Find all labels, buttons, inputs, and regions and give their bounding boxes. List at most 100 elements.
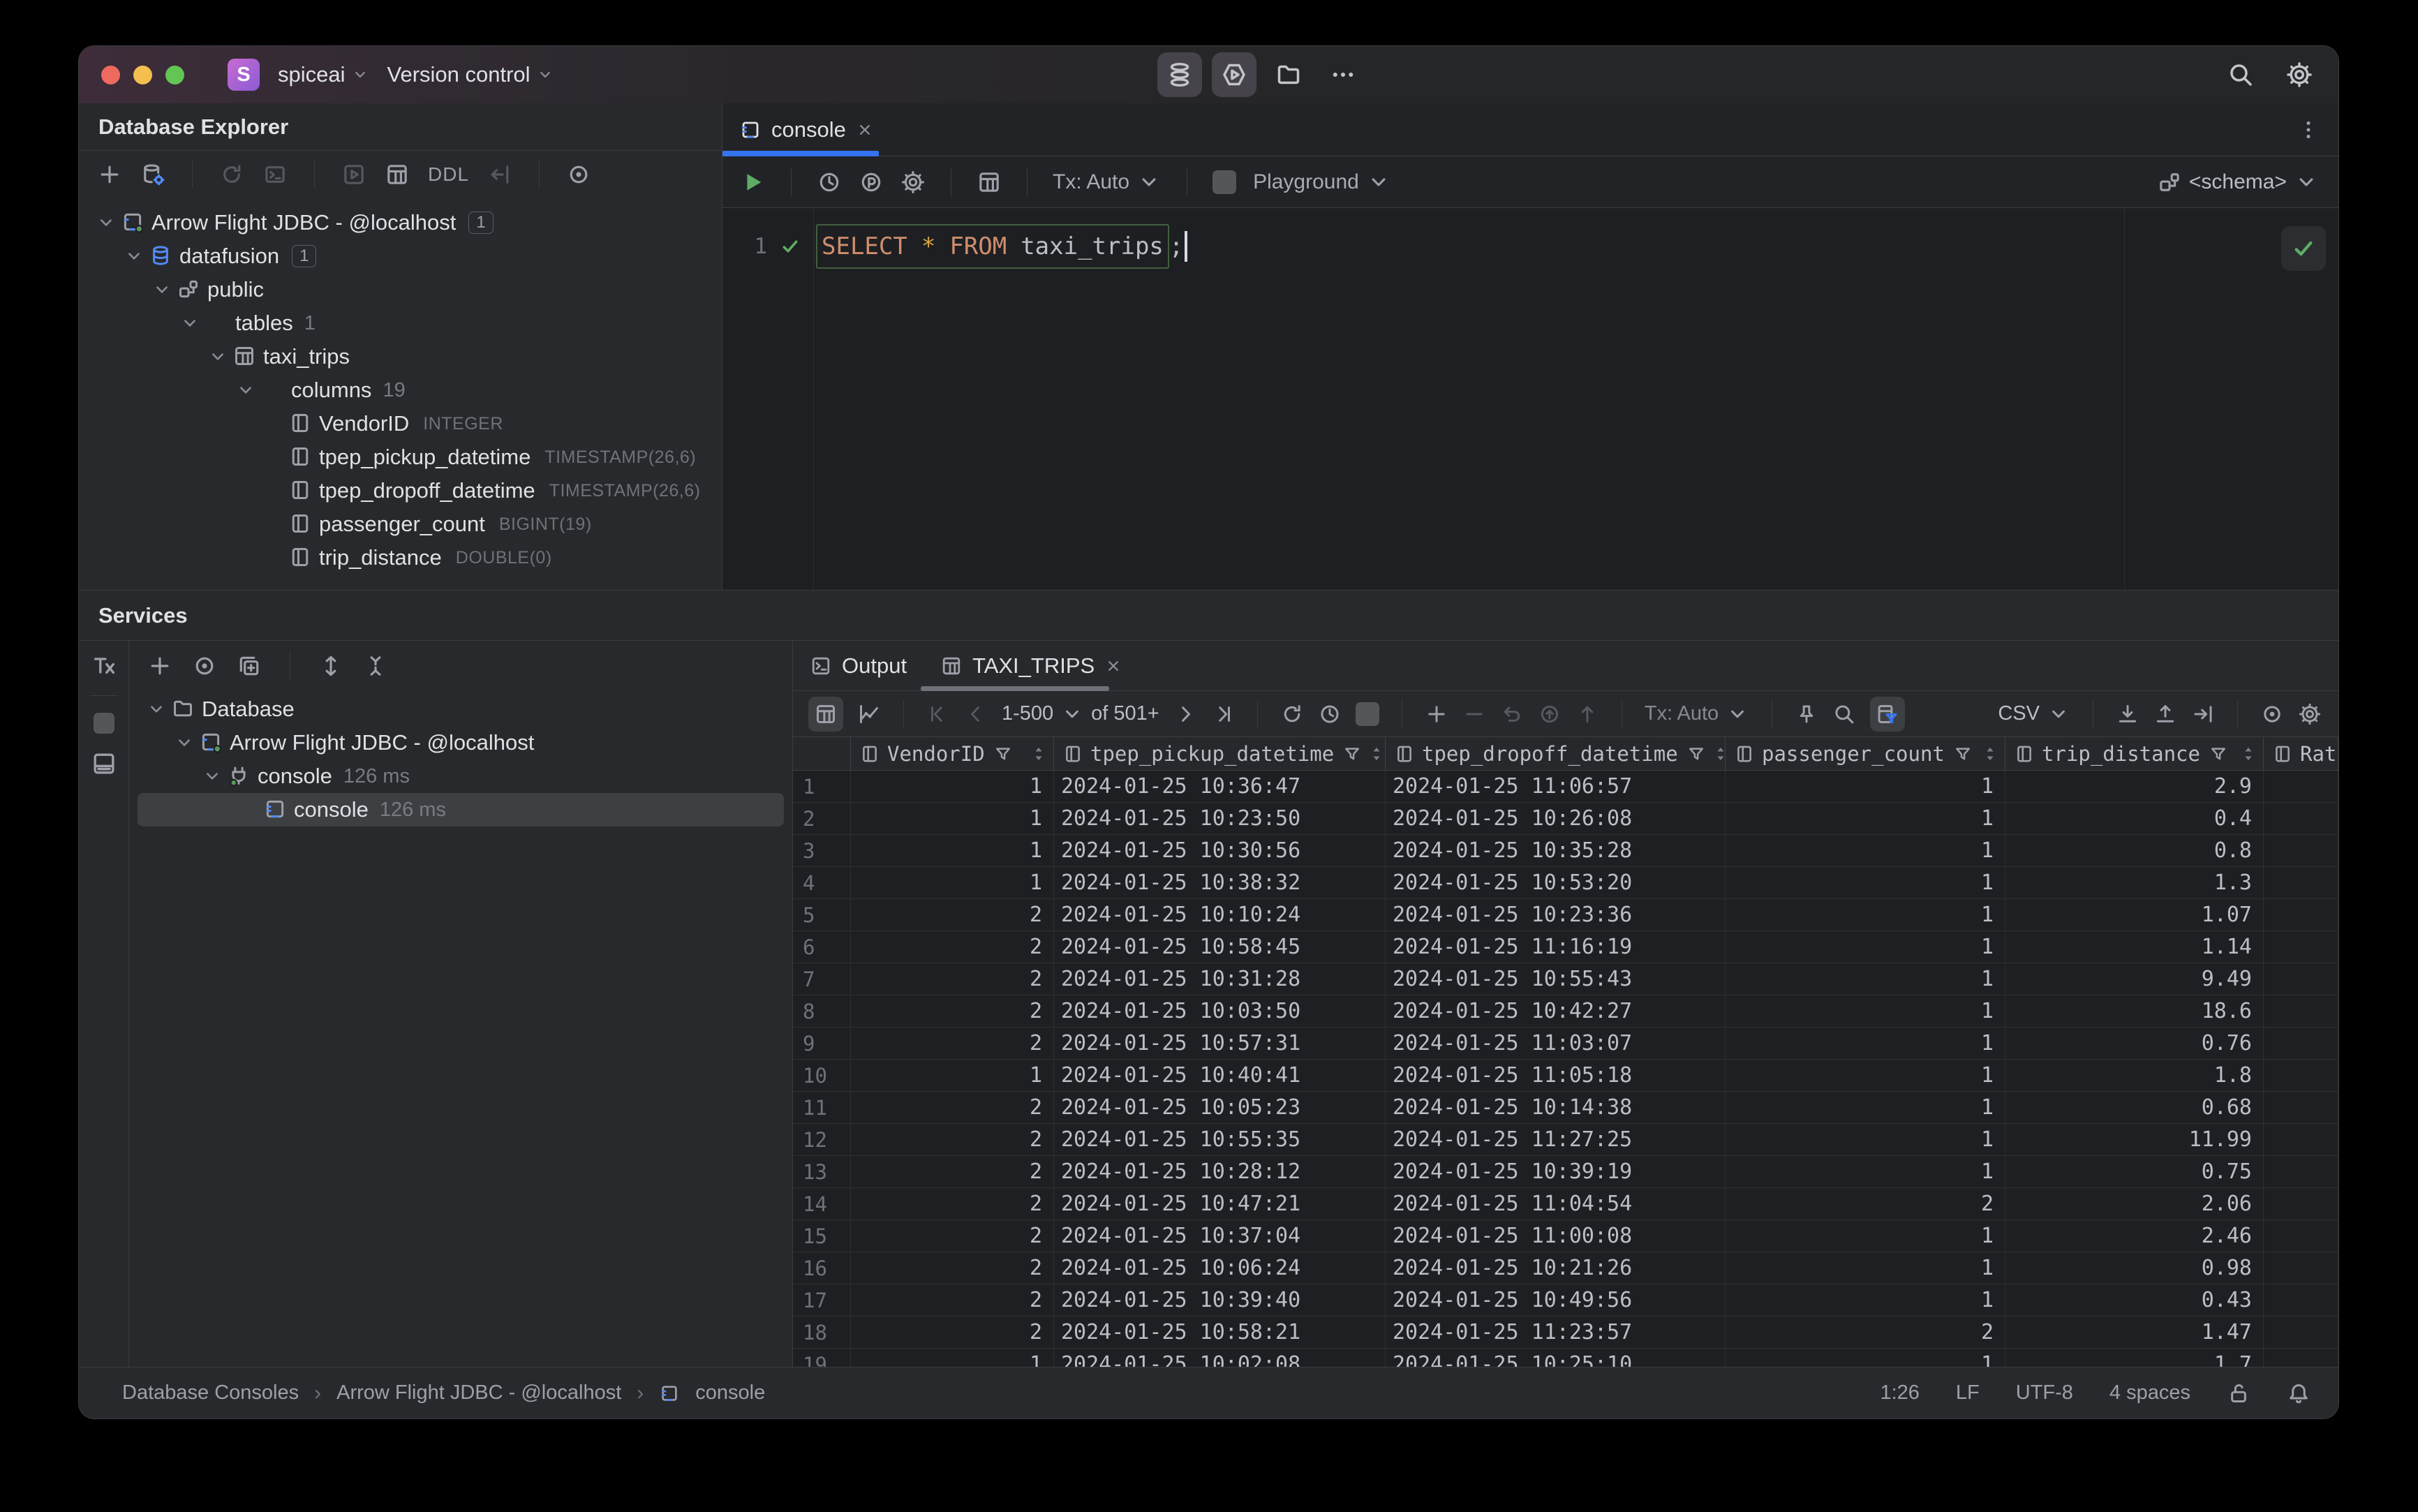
unlock-icon[interactable] <box>2227 1381 2250 1405</box>
table-row[interactable]: 10 1 2024-01-25 10:40:41 2024-01-25 11:05:1… <box>793 1060 2338 1092</box>
history-icon[interactable] <box>817 170 842 195</box>
delete-row-icon[interactable] <box>1462 702 1486 726</box>
tree-item-trip-distance[interactable]: trip_distance DOUBLE(0) <box>79 541 722 575</box>
chart-view-icon[interactable] <box>857 702 881 726</box>
cell[interactable]: 2 <box>851 995 1054 1028</box>
collapse-all-icon[interactable] <box>363 653 388 679</box>
cell[interactable] <box>2264 1156 2338 1188</box>
cell[interactable]: 2024-01-25 10:53:20 <box>1386 867 1726 899</box>
table-row[interactable]: 6 2 2024-01-25 10:58:45 2024-01-25 11:16:19… <box>793 931 2338 963</box>
row-number-header[interactable] <box>793 737 851 771</box>
cell[interactable]: 2024-01-25 11:23:57 <box>1386 1317 1726 1349</box>
table-row[interactable]: 2 1 2024-01-25 10:23:50 2024-01-25 10:26:08… <box>793 803 2338 835</box>
cell[interactable]: 2024-01-25 10:06:24 <box>1054 1252 1386 1284</box>
open-each-in-new-tab-icon[interactable] <box>237 653 262 679</box>
cell[interactable]: 0.98 <box>2005 1252 2264 1284</box>
tx-strip-icon[interactable] <box>91 652 117 679</box>
cell[interactable]: 2024-01-25 10:38:32 <box>1054 867 1386 899</box>
last-page-icon[interactable] <box>1211 702 1235 726</box>
cell[interactable]: 2024-01-25 10:55:43 <box>1386 963 1726 995</box>
tx-mode-select[interactable]: Tx: Auto <box>1053 170 1162 195</box>
table-row[interactable]: 16 2 2024-01-25 10:06:24 2024-01-25 10:21:2… <box>793 1252 2338 1284</box>
cell[interactable]: 1 <box>1726 1156 2005 1188</box>
tree-item-tpep-pickup-datetime[interactable]: tpep_pickup_datetime TIMESTAMP(26,6) <box>79 440 722 474</box>
cell[interactable]: 2.9 <box>2005 771 2264 803</box>
cell[interactable] <box>2264 803 2338 835</box>
cell[interactable]: 2 <box>851 1028 1054 1060</box>
cell[interactable]: 2024-01-25 10:58:45 <box>1054 931 1386 963</box>
cell[interactable]: 2024-01-25 10:03:50 <box>1054 995 1386 1028</box>
table-row[interactable]: 15 2 2024-01-25 10:37:04 2024-01-25 11:00:0… <box>793 1220 2338 1252</box>
tree-item-console[interactable]: console 126 ms <box>138 793 784 827</box>
cell[interactable] <box>2264 1220 2338 1252</box>
cell[interactable]: 0.43 <box>2005 1284 2264 1317</box>
cell[interactable] <box>2264 1252 2338 1284</box>
cell[interactable]: 2024-01-25 11:27:25 <box>1386 1124 1726 1156</box>
table-row[interactable]: 8 2 2024-01-25 10:03:50 2024-01-25 10:42:27… <box>793 995 2338 1028</box>
filter-funnel-icon[interactable] <box>2209 744 2228 764</box>
database-tool-button[interactable] <box>1157 52 1202 97</box>
tab-output[interactable]: Output <box>793 641 924 690</box>
cell[interactable] <box>2264 995 2338 1028</box>
add-row-icon[interactable] <box>1425 702 1448 726</box>
column-header-tpep_dropoff_datetime[interactable]: tpep_dropoff_datetime <box>1386 737 1726 771</box>
page-range-select[interactable]: 1-500 of 501+ <box>1002 702 1159 726</box>
cell[interactable]: 1 <box>851 1349 1054 1367</box>
rollback-icon[interactable] <box>1538 702 1562 726</box>
first-page-icon[interactable] <box>926 702 950 726</box>
settings-gear-icon[interactable] <box>2285 61 2313 89</box>
cell[interactable]: 2024-01-25 10:05:23 <box>1054 1092 1386 1124</box>
table-row[interactable]: 19 1 2024-01-25 10:02:08 2024-01-25 10:25:1… <box>793 1349 2338 1367</box>
tree-item-taxi-trips[interactable]: taxi_trips <box>79 340 722 373</box>
cell[interactable]: 2 <box>851 899 1054 931</box>
cell[interactable]: 1 <box>1726 835 2005 867</box>
next-page-icon[interactable] <box>1173 702 1197 726</box>
table-row[interactable]: 13 2 2024-01-25 10:28:12 2024-01-25 10:39:1… <box>793 1156 2338 1188</box>
pin-tab-icon[interactable] <box>1795 702 1818 726</box>
cell[interactable]: 2024-01-25 10:25:10 <box>1386 1349 1726 1367</box>
view-options-icon[interactable] <box>192 653 217 679</box>
parameters-icon[interactable] <box>859 170 884 195</box>
cell[interactable]: 1.3 <box>2005 867 2264 899</box>
table-row[interactable]: 4 1 2024-01-25 10:38:32 2024-01-25 10:53:20… <box>793 867 2338 899</box>
column-header-rate[interactable]: Rate <box>2264 737 2338 771</box>
cell[interactable]: 1 <box>1726 867 2005 899</box>
cell[interactable]: 1 <box>1726 1060 2005 1092</box>
cell[interactable]: 2024-01-25 10:31:28 <box>1054 963 1386 995</box>
cell[interactable]: 2 <box>851 1317 1054 1349</box>
chevron-down-icon[interactable] <box>147 279 177 300</box>
tab-taxi-trips[interactable]: TAXI_TRIPS <box>924 641 1139 690</box>
cell[interactable]: 1 <box>1726 1124 2005 1156</box>
cell[interactable]: 2 <box>851 1284 1054 1317</box>
auto-refresh-icon[interactable] <box>1318 702 1342 726</box>
cell[interactable] <box>2264 867 2338 899</box>
cell[interactable]: 1.07 <box>2005 899 2264 931</box>
jump-to-console-icon[interactable] <box>262 162 288 187</box>
cell[interactable]: 1 <box>1726 963 2005 995</box>
grid-settings-icon[interactable] <box>2298 702 2322 726</box>
cell[interactable] <box>2264 1060 2338 1092</box>
cell[interactable]: 2 <box>1726 1188 2005 1220</box>
sort-control-icon[interactable] <box>2241 744 2256 764</box>
cell[interactable]: 1 <box>1726 1349 2005 1367</box>
add-datasource-icon[interactable] <box>97 162 122 187</box>
tree-item-columns[interactable]: columns 19 <box>79 373 722 407</box>
cell[interactable]: 2024-01-25 10:49:56 <box>1386 1284 1726 1317</box>
version-control-menu[interactable]: Version control <box>387 62 554 87</box>
chevron-down-icon[interactable] <box>170 732 199 753</box>
cell[interactable] <box>2264 963 2338 995</box>
cell[interactable] <box>2264 1284 2338 1317</box>
cell[interactable]: 2024-01-25 10:10:24 <box>1054 899 1386 931</box>
cell[interactable]: 2 <box>851 1092 1054 1124</box>
cell[interactable]: 2024-01-25 10:26:08 <box>1386 803 1726 835</box>
tab-console[interactable]: console <box>722 103 889 156</box>
datasource-properties-icon[interactable] <box>140 162 165 187</box>
table-row[interactable]: 7 2 2024-01-25 10:31:28 2024-01-25 10:55:43… <box>793 963 2338 995</box>
column-header-vendorid[interactable]: VendorID <box>851 737 1054 771</box>
cell[interactable]: 2 <box>1726 1317 2005 1349</box>
cell[interactable]: 2024-01-25 10:28:12 <box>1054 1156 1386 1188</box>
indent-setting[interactable]: 4 spaces <box>2109 1381 2190 1404</box>
cell[interactable]: 2024-01-25 10:57:31 <box>1054 1028 1386 1060</box>
more-tools-button[interactable] <box>1321 52 1365 97</box>
inspection-status[interactable] <box>2281 226 2326 271</box>
